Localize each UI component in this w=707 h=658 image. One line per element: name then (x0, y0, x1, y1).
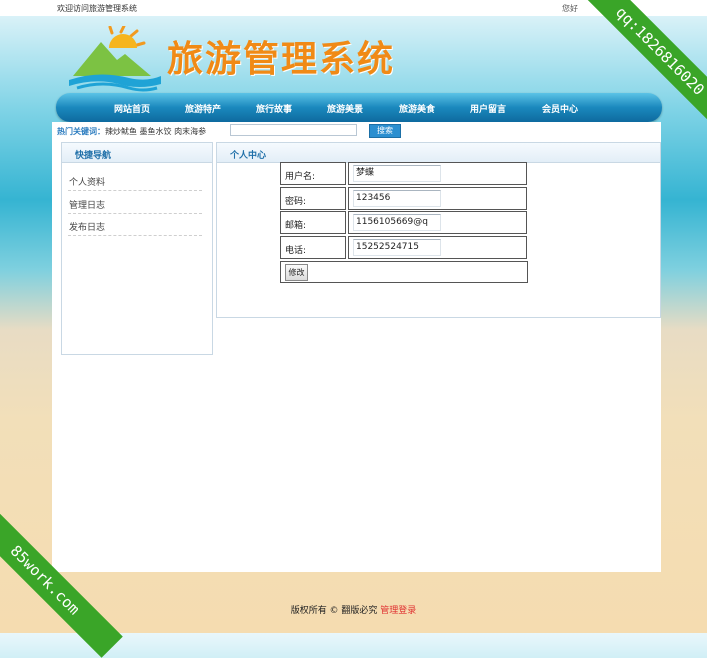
password-label: 密码: (285, 197, 307, 207)
profile-panel-title: 个人中心 (230, 151, 267, 161)
nav-item-food[interactable]: 旅游美食 (399, 102, 435, 115)
hot-keywords-label: 热门关键词： (57, 127, 105, 136)
phone-field[interactable]: 15252524715 (353, 239, 441, 256)
edit-button[interactable]: 修改 (285, 264, 308, 281)
search-input[interactable] (230, 124, 357, 136)
nav-item-member[interactable]: 会员中心 (542, 102, 578, 115)
welcome-text: 欢迎访问旅游管理系统 (57, 4, 137, 13)
phone-value-cell: 15252524715 (348, 236, 527, 259)
sidebar: 快捷导航 个人资料 管理日志 发布日志 (61, 142, 213, 355)
sidebar-title: 快捷导航 (75, 151, 112, 161)
email-field[interactable]: 1156105669@q (353, 214, 441, 231)
nav-item-specialties[interactable]: 旅游特产 (185, 102, 221, 115)
main-nav: 网站首页 旅游特产 旅行故事 旅游美景 旅游美食 用户留言 会员中心 (56, 93, 662, 122)
sidebar-item-label: 管理日志 (69, 201, 106, 211)
sidebar-item-publish-log[interactable]: 发布日志 (68, 213, 202, 236)
username-value-cell: 梦蝶 (348, 162, 527, 185)
nav-item-home[interactable]: 网站首页 (114, 102, 150, 115)
admin-login-link[interactable]: 管理登录 (380, 606, 416, 616)
hot-keywords-list[interactable]: 辣炒鱿鱼 墨鱼水饺 肉末海参 (105, 127, 206, 136)
mountain-sun-logo-icon (69, 26, 161, 92)
sidebar-item-label: 发布日志 (69, 223, 106, 233)
profile-panel-header (217, 143, 660, 163)
password-field[interactable]: 123456 (353, 190, 441, 207)
username-label-cell: 用户名: (280, 162, 346, 185)
username-label: 用户名: (285, 172, 316, 182)
password-value-cell: 123456 (348, 187, 527, 210)
hello-text: 您好 (562, 4, 578, 13)
footer: 版权所有 © 翻版必究 管理登录 (0, 603, 707, 616)
phone-label-cell: 电话: (280, 236, 346, 259)
copyright-text: 版权所有 © 翻版必究 (290, 606, 378, 616)
search-button[interactable]: 搜索 (369, 124, 401, 138)
phone-label: 电话: (285, 246, 307, 256)
hot-keywords: 热门关键词：辣炒鱿鱼 墨鱼水饺 肉末海参 (57, 126, 206, 137)
email-label: 邮箱: (285, 221, 307, 231)
nav-item-stories[interactable]: 旅行故事 (256, 102, 292, 115)
sidebar-item-profile[interactable]: 个人资料 (68, 168, 202, 191)
sidebar-item-label: 个人资料 (69, 178, 106, 188)
password-label-cell: 密码: (280, 187, 346, 210)
nav-item-messages[interactable]: 用户留言 (470, 102, 506, 115)
email-value-cell: 1156105669@q (348, 211, 527, 234)
site-header: 旅游管理系统 (57, 16, 661, 92)
email-label-cell: 邮箱: (280, 211, 346, 234)
submit-row: 修改 (280, 261, 528, 283)
nav-item-scenery[interactable]: 旅游美景 (327, 102, 363, 115)
site-logo-title: 旅游管理系统 (167, 39, 396, 80)
username-field[interactable]: 梦蝶 (353, 165, 441, 182)
sidebar-item-manage-logs[interactable]: 管理日志 (68, 191, 202, 214)
